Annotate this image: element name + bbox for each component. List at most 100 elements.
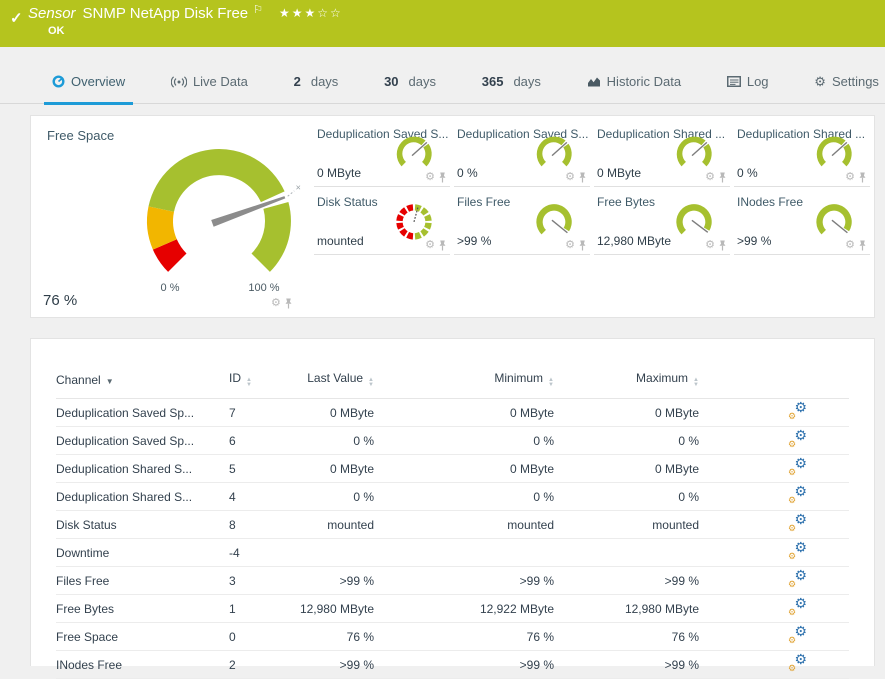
col-header-id[interactable]: ID▲▼ — [229, 367, 279, 399]
channel-last-value: mounted — [279, 511, 374, 539]
gear-icon[interactable]: ⚙ — [705, 172, 715, 183]
edit-channel-gears-icon[interactable]: ⚙⚙ — [789, 627, 807, 643]
channel-last-value: 0 % — [279, 483, 374, 511]
edit-channel-gears-icon[interactable]: ⚙⚙ — [789, 403, 807, 419]
pin-icon[interactable] — [718, 172, 727, 183]
channel-id: 8 — [229, 511, 279, 539]
channel-minimum: 0 MByte — [374, 399, 554, 427]
main-gauge-value: 76 % — [43, 292, 77, 309]
channel-name: Files Free — [56, 567, 229, 595]
main-gauge-actions: ⚙ — [271, 292, 871, 314]
channel-minimum — [374, 539, 554, 567]
gauge-marker-x: × — [296, 183, 301, 193]
gear-icon[interactable]: ⚙ — [845, 172, 855, 183]
channel-name: Deduplication Shared S... — [56, 455, 229, 483]
edit-channel-gears-icon[interactable]: ⚙⚙ — [789, 543, 807, 559]
col-header-maximum[interactable]: Maximum▲▼ — [554, 367, 699, 399]
channel-last-value: 0 MByte — [279, 455, 374, 483]
gear-icon[interactable]: ⚙ — [425, 240, 435, 251]
priority-stars[interactable]: ★★★☆☆ — [279, 6, 343, 20]
pin-icon[interactable] — [858, 172, 867, 183]
channel-minimum: >99 % — [374, 651, 554, 679]
channel-minimum: 76 % — [374, 623, 554, 651]
channel-name: Deduplication Saved Sp... — [56, 427, 229, 455]
main-gauge-title: Free Space — [47, 128, 114, 143]
col-header-last-value[interactable]: Last Value▲▼ — [279, 367, 374, 399]
sensor-title: SNMP NetApp Disk Free — [83, 5, 249, 22]
channel-name: Free Bytes — [56, 595, 229, 623]
edit-channel-gears-icon[interactable]: ⚙⚙ — [789, 487, 807, 503]
channel-id: -4 — [229, 539, 279, 567]
edit-channel-gears-icon[interactable]: ⚙⚙ — [789, 459, 807, 475]
free-space-gauge: × 0 % 100 % — [124, 121, 309, 297]
channel-name: Downtime — [56, 539, 229, 567]
log-icon — [727, 76, 741, 87]
edit-channel-gears-icon[interactable]: ⚙⚙ — [789, 655, 807, 671]
mini-gauge — [811, 198, 857, 244]
mini-gauge-cell: Free Bytes 12,980 MByte ⚙ — [594, 192, 730, 255]
mini-gauge — [531, 198, 577, 244]
pin-icon[interactable] — [284, 298, 293, 309]
channel-name: INodes Free — [56, 651, 229, 679]
channel-id: 0 — [229, 623, 279, 651]
channel-last-value: >99 % — [279, 651, 374, 679]
mini-gauge-actions: ⚙ — [425, 240, 447, 251]
channel-minimum: mounted — [374, 511, 554, 539]
gear-icon[interactable]: ⚙ — [425, 172, 435, 183]
tab-365-days[interactable]: 365 days — [482, 60, 541, 104]
mini-gauge-actions: ⚙ — [565, 240, 587, 251]
gear-icon[interactable]: ⚙ — [845, 240, 855, 251]
tab-log[interactable]: Log — [727, 60, 769, 104]
col-header-minimum[interactable]: Minimum▲▼ — [374, 367, 554, 399]
tab-bar: Overview Live Data 2 days 30 days 365 da… — [0, 60, 885, 104]
edit-channel-gears-icon[interactable]: ⚙⚙ — [789, 515, 807, 531]
pin-icon[interactable] — [438, 240, 447, 251]
channel-last-value: 76 % — [279, 623, 374, 651]
channel-last-value: 0 % — [279, 427, 374, 455]
tab-historic-data[interactable]: Historic Data — [587, 60, 681, 104]
tab-overview[interactable]: Overview — [52, 60, 125, 104]
mini-gauge-value: >99 % — [457, 234, 491, 248]
sensor-header: ✓ Sensor SNMP NetApp Disk Free ⚐ ★★★☆☆ O… — [0, 0, 885, 47]
pin-icon[interactable] — [718, 240, 727, 251]
channel-minimum: 0 % — [374, 483, 554, 511]
channel-id: 6 — [229, 427, 279, 455]
table-row: Deduplication Shared S... 5 0 MByte 0 MB… — [56, 455, 849, 483]
channel-last-value — [279, 539, 374, 567]
tab-30-days[interactable]: 30 days — [384, 60, 436, 104]
mini-gauge-value: mounted — [317, 234, 364, 248]
edit-channel-gears-icon[interactable]: ⚙⚙ — [789, 431, 807, 447]
mini-gauge-value: 0 % — [457, 166, 478, 180]
flag-icon[interactable]: ⚐ — [253, 3, 263, 16]
channel-name: Disk Status — [56, 511, 229, 539]
gear-icon[interactable]: ⚙ — [565, 240, 575, 251]
mini-gauge-title: INodes Free — [737, 195, 803, 209]
mini-gauge-cell: Deduplication Shared ... 0 % ⚙ — [734, 124, 870, 187]
pin-icon[interactable] — [578, 172, 587, 183]
mini-gauge-cell: Files Free >99 % ⚙ — [454, 192, 590, 255]
gear-icon[interactable]: ⚙ — [271, 298, 281, 309]
tab-live-data[interactable]: Live Data — [171, 60, 248, 104]
channel-id: 7 — [229, 399, 279, 427]
channel-table-body: Deduplication Saved Sp... 7 0 MByte 0 MB… — [56, 399, 849, 679]
gear-icon[interactable]: ⚙ — [705, 240, 715, 251]
tab-2-days[interactable]: 2 days — [294, 60, 339, 104]
pin-icon[interactable] — [858, 240, 867, 251]
gear-icon[interactable]: ⚙ — [565, 172, 575, 183]
channel-minimum: 12,922 MByte — [374, 595, 554, 623]
mini-gauge — [811, 130, 857, 176]
channel-id: 3 — [229, 567, 279, 595]
table-row: Files Free 3 >99 % >99 % >99 % ⚙⚙ — [56, 567, 849, 595]
channel-table: Channel▼ ID▲▼ Last Value▲▼ Minimum▲▼ Max… — [56, 367, 849, 679]
edit-channel-gears-icon[interactable]: ⚙⚙ — [789, 599, 807, 615]
mini-gauge-value: 12,980 MByte — [597, 234, 671, 248]
col-header-channel[interactable]: Channel▼ — [56, 367, 229, 399]
edit-channel-gears-icon[interactable]: ⚙⚙ — [789, 571, 807, 587]
channel-last-value: >99 % — [279, 567, 374, 595]
tab-settings[interactable]: ⚙ Settings — [814, 60, 879, 104]
pin-icon[interactable] — [578, 240, 587, 251]
channel-minimum: >99 % — [374, 567, 554, 595]
mini-gauge-value: 0 MByte — [317, 166, 361, 180]
channel-minimum: 0 MByte — [374, 455, 554, 483]
pin-icon[interactable] — [438, 172, 447, 183]
